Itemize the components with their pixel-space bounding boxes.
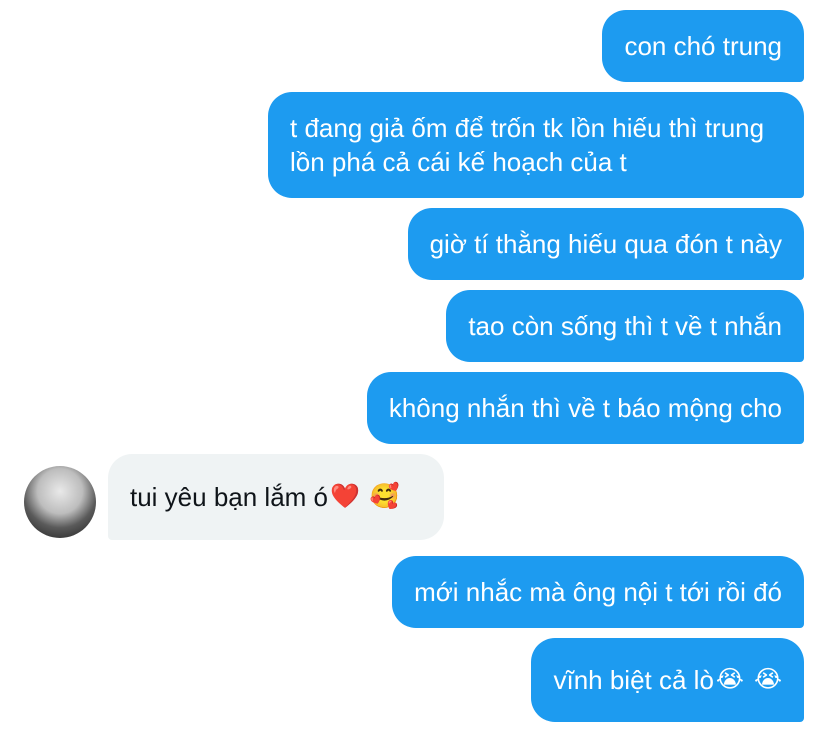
message-bubble-sent[interactable]: giờ tí thằng hiếu qua đón t này (407, 208, 804, 280)
crying-face-emoji-icon: 😭 (715, 666, 744, 693)
message-bubble-received[interactable]: tui yêu bạn lắm ó ❤️ 🥰 (108, 454, 444, 540)
user-avatar[interactable] (24, 466, 96, 538)
message-text: không nhắn thì về t báo mộng cho (388, 393, 782, 423)
message-bubble-sent[interactable]: vĩnh biệt cả lò 😭 😭 (531, 638, 804, 722)
message-text: t đang giả ốm để trốn tk lồn hiếu thì tr… (290, 113, 765, 177)
crying-face-emoji-icon: 😭 (753, 666, 782, 693)
heart-emoji-icon: ❤️ (330, 483, 360, 510)
message-bubble-sent[interactable]: tao còn sống thì t về t nhắn (446, 290, 804, 362)
smiling-face-with-hearts-emoji-icon: 🥰 (369, 483, 400, 510)
message-bubble-sent[interactable]: con chó trung (602, 10, 804, 82)
message-bubble-sent[interactable]: t đang giả ốm để trốn tk lồn hiếu thì tr… (268, 92, 804, 198)
conversation-view: con chó trung t đang giả ốm để trốn tk l… (0, 0, 828, 734)
message-bubble-sent[interactable]: mới nhắc mà ông nội t tới rồi đó (392, 556, 804, 628)
message-bubble-sent[interactable]: không nhắn thì về t báo mộng cho (366, 372, 804, 444)
message-text: vĩnh biệt cả lò (553, 665, 714, 695)
message-text: giờ tí thằng hiếu qua đón t này (429, 229, 782, 259)
message-text: tao còn sống thì t về t nhắn (468, 311, 782, 341)
message-text: mới nhắc mà ông nội t tới rồi đó (414, 577, 782, 607)
message-text: con chó trung (624, 31, 782, 61)
message-text: tui yêu bạn lắm ó (130, 482, 329, 512)
